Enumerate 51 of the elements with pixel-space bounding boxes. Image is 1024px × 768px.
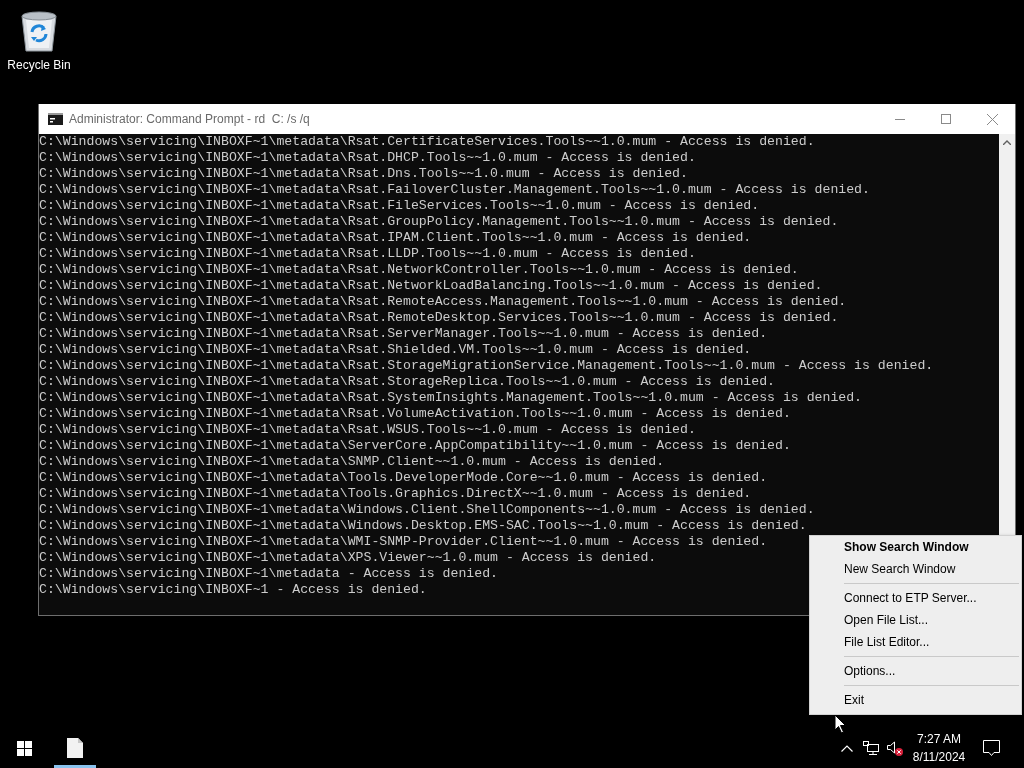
console-line: C:\Windows\servicing\INBOXF~1\metadata\Rsat.LLDP.Tools~~1.0.mum - Access is denied.	[39, 246, 696, 262]
document-icon	[67, 738, 83, 758]
notification-icon	[982, 740, 1000, 756]
console-line: C:\Windows\servicing\INBOXF~1\metadata\Rsat.NetworkController.Tools~~1.0.mum - Access is denied.	[39, 262, 799, 278]
console-line: C:\Windows\servicing\INBOXF~1\metadata\Rsat.WSUS.Tools~~1.0.mum - Access is denied.	[39, 422, 696, 438]
clock-time: 7:27 AM	[917, 731, 961, 748]
console-line: C:\Windows\servicing\INBOXF~1\metadata\Rsat.SystemInsights.Management.Tools~~1.0.mum - Access is denied.	[39, 390, 863, 406]
menu-item[interactable]: Exit	[810, 689, 1021, 711]
console-line: C:\Windows\servicing\INBOXF~1\metadata\SNMP.Client~~1.0.mum - Access is denied.	[39, 454, 665, 470]
menu-item[interactable]: Show Search Window	[810, 536, 1021, 558]
menu-item[interactable]: Connect to ETP Server...	[810, 587, 1021, 609]
desktop-icon-label[interactable]: Recycle Bin	[7, 58, 71, 72]
console-line: C:\Windows\servicing\INBOXF~1\metadata\Rsat.ServerManager.Tools~~1.0.mum - Access is denied.	[39, 326, 768, 342]
console-line: C:\Windows\servicing\INBOXF~1\metadata\ServerCore.AppCompatibility~~1.0.mum - Access is denied.	[39, 438, 791, 454]
console-line: C:\Windows\servicing\INBOXF~1\metadata\Rsat.DHCP.Tools~~1.0.mum - Access is denied.	[39, 150, 696, 166]
recycle-bin-icon	[19, 10, 59, 52]
console-line: C:\Windows\servicing\INBOXF~1\metadata\Windows.Desktop.EMS-SAC.Tools~~1.0.mum - Access is denied.	[39, 518, 807, 534]
minimize-icon	[895, 118, 905, 120]
console-line: C:\Windows\servicing\INBOXF~1\metadata\Tools.DeveloperMode.Core~~1.0.mum - Access is denied.	[39, 470, 768, 486]
console-icon	[48, 113, 63, 125]
console-line: C:\Windows\servicing\INBOXF~1\metadata\Tools.Graphics.DirectX~~1.0.mum - Access is denied.	[39, 486, 752, 502]
console-line: C:\Windows\servicing\INBOXF~1\metadata\Rsat.FileServices.Tools~~1.0.mum - Access is denied.	[39, 198, 760, 214]
console-line: C:\Windows\servicing\INBOXF~1\metadata\WMI-SNMP-Provider.Client~~1.0.mum - Access is denied.	[39, 534, 768, 550]
menu-item[interactable]: Open File List...	[810, 609, 1021, 631]
console-line: C:\Windows\servicing\INBOXF~1\metadata\Rsat.StorageReplica.Tools~~1.0.mum - Access is denied.	[39, 374, 775, 390]
window-title: Administrator: Command Prompt - rd C: /s /q	[69, 112, 311, 126]
menu-item[interactable]: File List Editor...	[810, 631, 1021, 653]
console-line: C:\Windows\servicing\INBOXF~1\metadata\Rsat.RemoteDesktop.Services.Tools~~1.0.mum - Access is denied.	[39, 310, 839, 326]
console-line: C:\Windows\servicing\INBOXF~1\metadata\Rsat.RemoteAccess.Management.Tools~~1.0.mum - Access is denied.	[39, 294, 847, 310]
console-line: C:\Windows\servicing\INBOXF~1\metadata\Rsat.NetworkLoadBalancing.Tools~~1.0.mum - Access is denied.	[39, 278, 823, 294]
menu-item[interactable]: Options...	[810, 660, 1021, 682]
console-line: C:\Windows\servicing\INBOXF~1\metadata\Rsat.StorageMigrationService.Management.Tools~~1.0.mum - Access is denied.	[39, 358, 934, 374]
console-line: C:\Windows\servicing\INBOXF~1\metadata\Rsat.Dns.Tools~~1.0.mum - Access is denied.	[39, 166, 688, 182]
console-line: C:\Windows\servicing\INBOXF~1\metadata\Rsat.FailoverCluster.Management.Tools~~1.0.mum - Access is denied.	[39, 182, 870, 198]
console-line: C:\Windows\servicing\INBOXF~1\metadata\Rsat.GroupPolicy.Management.Tools~~1.0.mum - Access is denied.	[39, 214, 839, 230]
console-line: C:\Windows\servicing\INBOXF~1\metadata\Rsat.VolumeActivation.Tools~~1.0.mum - Access is denied.	[39, 406, 791, 422]
console-line: C:\Windows\servicing\INBOXF~1 - Access is denied.	[39, 582, 427, 598]
chevron-up-icon	[841, 744, 853, 752]
maximize-icon	[941, 114, 951, 124]
caret-up-icon	[1003, 140, 1011, 145]
windows-logo-icon	[16, 740, 32, 756]
console-line: C:\Windows\servicing\INBOXF~1\metadata\XPS.Viewer~~1.0.mum - Access is denied.	[39, 550, 657, 566]
console-line: C:\Windows\servicing\INBOXF~1\metadata\Rsat.IPAM.Client.Tools~~1.0.mum - Access is denied.	[39, 230, 752, 246]
console-line: C:\Windows\servicing\INBOXF~1\metadata - Access is denied.	[39, 566, 498, 582]
console-line: C:\Windows\servicing\INBOXF~1\metadata\Rsat.CertificateServices.Tools~~1.0.mum - Access is denied.	[39, 134, 815, 150]
network-icon	[863, 740, 879, 756]
console-line: C:\Windows\servicing\INBOXF~1\metadata\Rsat.Shielded.VM.Tools~~1.0.mum - Access is denied.	[39, 342, 752, 358]
menu-item[interactable]: New Search Window	[810, 558, 1021, 580]
console-line: C:\Windows\servicing\INBOXF~1\metadata\Windows.Client.ShellComponents~~1.0.mum - Access is denied.	[39, 502, 815, 518]
clock-date: 8/11/2024	[912, 749, 966, 766]
close-icon	[986, 113, 998, 125]
